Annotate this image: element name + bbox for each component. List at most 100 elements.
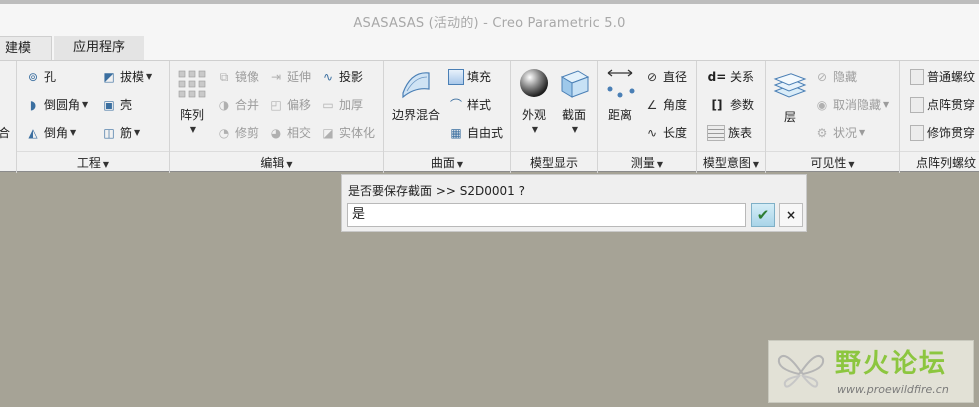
style-button[interactable]: ⌒ 样式 <box>448 95 491 115</box>
boundary-blend-button[interactable]: 边界混合 <box>388 67 444 123</box>
confirm-button[interactable]: ✔ <box>751 203 775 227</box>
pattern-through-button[interactable]: 点阵贯穿 <box>910 95 975 115</box>
project-icon: ∿ <box>322 70 334 84</box>
project-button[interactable]: ∿ 投影 <box>320 67 363 87</box>
shell-button[interactable]: ▣ 壳 <box>101 95 132 115</box>
pattern-button[interactable]: 阵列 ▼ <box>174 69 210 134</box>
length-label: 长度 <box>663 126 688 140</box>
layers-button[interactable]: 层 <box>770 73 810 125</box>
unhide-eye-icon: ◉ <box>816 98 828 112</box>
hole-button[interactable]: ⊚ 孔 <box>25 67 56 87</box>
relations-label: 关系 <box>730 70 755 84</box>
diameter-icon: ⊘ <box>646 70 658 84</box>
rib-label: 筋 <box>120 126 133 140</box>
thread-icon <box>910 125 924 141</box>
tab-model[interactable]: 建模 <box>0 36 52 60</box>
trim-icon: ◔ <box>218 126 230 140</box>
butterfly-logo-icon <box>777 355 825 388</box>
ribbon: 合 ⊚ 孔 ◩ 拔模 ▼ ◗ 倒圆角 ▼ ▣ 壳 ◭ 倒角 ▼ ◫ 筋 ▼ 工程 ▼ <box>0 60 979 173</box>
chamfer-button[interactable]: ◭ 倒角 ▼ <box>25 123 76 143</box>
thread-icon <box>910 97 924 113</box>
save-section-prompt: 是否要保存截面 >> S2D0001 ? 是 ✔ × <box>341 174 807 232</box>
chevron-down-icon: ▼ <box>656 160 664 169</box>
chevron-down-icon: ▼ <box>883 100 890 109</box>
solidify-button[interactable]: ◪ 实体化 <box>320 123 375 143</box>
group-partial: 合 <box>0 61 17 173</box>
cosmetic-through-label: 修饰贯穿 <box>927 126 976 140</box>
boundary-blend-icon <box>402 72 430 99</box>
intersect-label: 相交 <box>287 126 312 140</box>
status-button[interactable]: ⚙ 状况 ▼ <box>814 123 866 143</box>
chevron-down-icon: ▼ <box>70 128 77 137</box>
group-thread: 普通螺纹 点阵贯穿 修饰贯穿 点阵列螺纹 <box>900 61 979 173</box>
length-button[interactable]: ∿ 长度 <box>644 123 687 143</box>
parameters-icon: [] <box>711 98 723 112</box>
cosmetic-through-button[interactable]: 修饰贯穿 <box>910 123 975 143</box>
relations-button[interactable]: d= 关系 <box>707 67 754 87</box>
rib-button[interactable]: ◫ 筋 ▼ <box>101 123 140 143</box>
chevron-down-icon: ▼ <box>859 128 866 137</box>
family-table-button[interactable]: 族表 <box>707 123 752 143</box>
style-label: 样式 <box>467 98 492 112</box>
offset-button[interactable]: ◰ 偏移 <box>268 95 311 115</box>
fill-label: 填充 <box>467 70 492 84</box>
parameters-button[interactable]: [] 参数 <box>707 95 755 115</box>
hole-label: 孔 <box>44 70 57 84</box>
group-title-measure[interactable]: 测量 ▼ <box>598 151 696 173</box>
intersect-button[interactable]: ◕ 相交 <box>268 123 311 143</box>
group-title-edit[interactable]: 编辑 ▼ <box>170 151 383 173</box>
merge-label: 合并 <box>235 98 260 112</box>
tab-applications[interactable]: 应用程序 <box>54 36 144 60</box>
fill-button[interactable]: 填充 <box>448 67 491 87</box>
unhide-button[interactable]: ◉ 取消隐藏 ▼ <box>814 95 889 115</box>
appearance-label: 外观 <box>521 108 546 122</box>
group-title-engineering[interactable]: 工程 ▼ <box>17 151 169 173</box>
fill-icon <box>448 69 464 85</box>
checkmark-icon: ✔ <box>756 206 770 224</box>
status-label: 状况 <box>833 126 858 140</box>
trim-button[interactable]: ◔ 修剪 <box>216 123 259 143</box>
round-label: 倒圆角 <box>44 98 81 112</box>
chevron-down-icon: ▼ <box>102 160 110 169</box>
merge-button[interactable]: ◑ 合并 <box>216 95 259 115</box>
standard-thread-button[interactable]: 普通螺纹 <box>910 67 975 87</box>
diameter-label: 直径 <box>663 70 688 84</box>
group-engineering: ⊚ 孔 ◩ 拔模 ▼ ◗ 倒圆角 ▼ ▣ 壳 ◭ 倒角 ▼ ◫ 筋 ▼ 工程 ▼ <box>17 61 170 173</box>
round-button[interactable]: ◗ 倒圆角 ▼ <box>25 95 88 115</box>
relations-icon: d= <box>707 70 727 84</box>
distance-label: 距离 <box>607 108 632 122</box>
chevron-down-icon: ▼ <box>531 125 539 134</box>
forum-watermark: 野火论坛 www.proewildfire.cn <box>768 340 974 403</box>
chevron-down-icon: ▼ <box>189 125 197 134</box>
cancel-button[interactable]: × <box>779 203 803 227</box>
chevron-down-icon: ▼ <box>752 160 760 169</box>
partial-command[interactable]: 合 <box>0 123 10 143</box>
hide-button[interactable]: ⊘ 隐藏 <box>814 67 857 87</box>
group-title-model-intent[interactable]: 模型意图 ▼ <box>697 151 765 173</box>
project-label: 投影 <box>339 70 364 84</box>
section-button[interactable]: 截面 ▼ <box>555 67 593 134</box>
status-icon: ⚙ <box>816 126 828 140</box>
group-title-visibility[interactable]: 可见性 ▼ <box>766 151 899 173</box>
diameter-button[interactable]: ⊘ 直径 <box>644 67 687 87</box>
group-title-label: 测量 <box>630 156 655 170</box>
mirror-button[interactable]: ⧉ 镜像 <box>216 67 259 87</box>
unhide-label: 取消隐藏 <box>833 98 882 112</box>
group-title-label: 曲面 <box>430 156 455 170</box>
rib-icon: ◫ <box>103 126 115 140</box>
distance-button[interactable]: 距离 <box>602 67 638 123</box>
appearance-button[interactable]: 外观 ▼ <box>515 67 553 134</box>
group-title-surface[interactable]: 曲面 ▼ <box>384 151 510 173</box>
solidify-icon: ◪ <box>322 126 334 140</box>
extend-button[interactable]: ⇥ 延伸 <box>268 67 311 87</box>
extend-label: 延伸 <box>287 70 312 84</box>
style-icon: ⌒ <box>449 98 462 112</box>
freestyle-button[interactable]: ▦ 自由式 <box>448 123 503 143</box>
prompt-input[interactable]: 是 <box>347 203 746 227</box>
draft-button[interactable]: ◩ 拔模 ▼ <box>101 67 152 87</box>
watermark-brand: 野火论坛 <box>835 349 948 379</box>
angle-label: 角度 <box>663 98 688 112</box>
angle-button[interactable]: ∠ 角度 <box>644 95 687 115</box>
shell-icon: ▣ <box>103 98 115 112</box>
thicken-button[interactable]: ▭ 加厚 <box>320 95 363 115</box>
